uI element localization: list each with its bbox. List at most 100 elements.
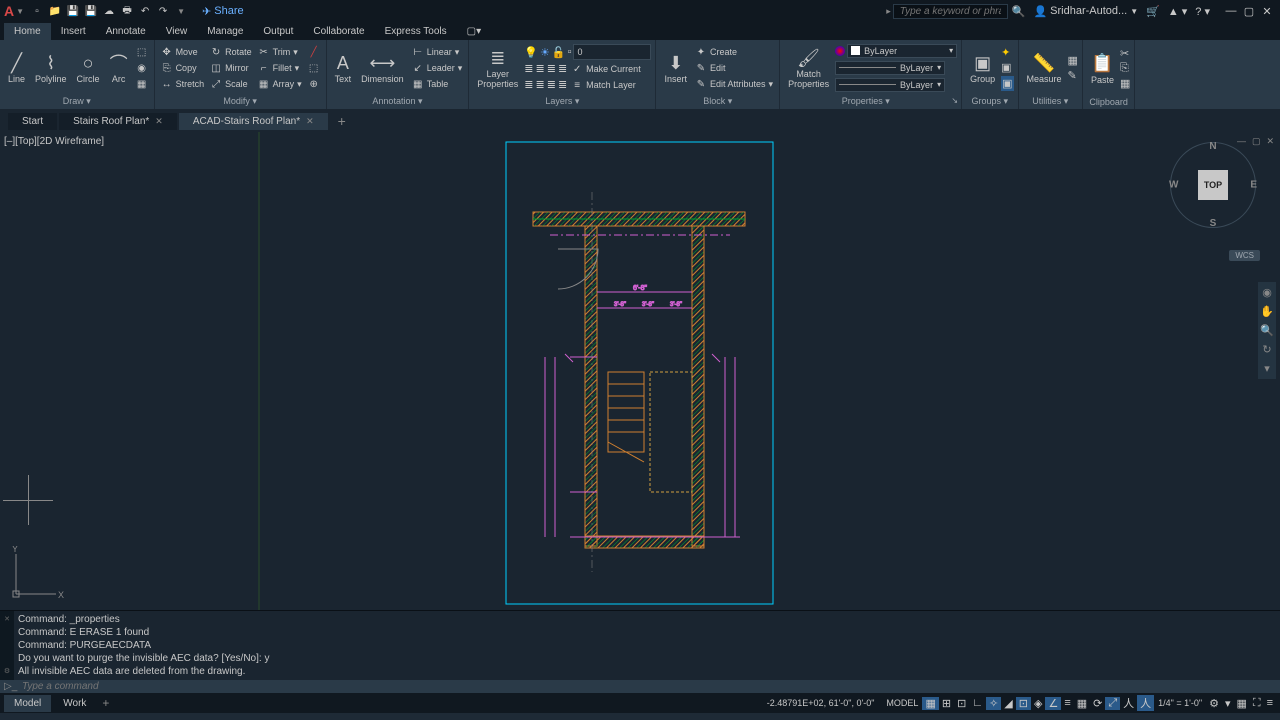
util-ico1[interactable]: ▦: [1068, 54, 1078, 67]
status-gear-icon[interactable]: ⚙: [1206, 697, 1222, 710]
make-current-button[interactable]: ✓Make Current: [569, 62, 643, 76]
drawing-canvas[interactable]: 6'-8" 3'-8" 3'-8" 3'-8": [0, 132, 1280, 610]
layer-ico8[interactable]: ≣: [558, 78, 567, 92]
tab-start[interactable]: Start: [8, 113, 57, 130]
tab-featured[interactable]: ▢▾: [457, 23, 491, 40]
scale-readout[interactable]: 1/4" = 1'-0": [1154, 698, 1206, 708]
wheel-icon[interactable]: ◉: [1262, 286, 1272, 299]
trim-button[interactable]: ✂Trim ▾: [256, 45, 304, 59]
group-ico1[interactable]: ✦: [1001, 46, 1013, 59]
match-layer-button[interactable]: ≡Match Layer: [569, 78, 638, 92]
save-icon[interactable]: 💾: [65, 3, 81, 19]
dimension-button[interactable]: ⟷Dimension: [357, 50, 408, 86]
polar-toggle[interactable]: ✧: [986, 697, 1001, 710]
pan-icon[interactable]: ✋: [1260, 305, 1274, 318]
work-tab[interactable]: Work: [53, 695, 96, 712]
drawing-area[interactable]: [–][Top][2D Wireframe] — ▢ ✕: [0, 132, 1280, 610]
mod-misc2[interactable]: ⬚: [306, 61, 322, 75]
customize-icon[interactable]: ≡: [1264, 697, 1276, 709]
match-properties-button[interactable]: 🖌Match Properties: [784, 45, 833, 91]
layer-ico4[interactable]: ≣: [558, 62, 567, 76]
linear-button[interactable]: ⊢Linear ▾: [410, 45, 465, 59]
zoom-icon[interactable]: 🔍: [1260, 324, 1274, 337]
annoall-toggle[interactable]: 人: [1137, 695, 1154, 711]
close-button[interactable]: ✕: [1258, 5, 1276, 18]
iso-toggle[interactable]: ◢: [1001, 697, 1015, 710]
table-button[interactable]: ▦Table: [410, 77, 465, 91]
app-icon[interactable]: ▲ ▾: [1168, 5, 1187, 18]
cmd-handle-icon[interactable]: ⚙: [4, 665, 10, 678]
mirror-button[interactable]: ◫Mirror: [208, 61, 254, 75]
view-cube[interactable]: TOP N S E W: [1170, 142, 1260, 232]
edit-block-button[interactable]: ✎Edit: [693, 61, 775, 75]
cut-icon[interactable]: ✂: [1120, 47, 1130, 60]
measure-button[interactable]: 📏Measure: [1023, 50, 1066, 86]
model-indicator[interactable]: MODEL: [882, 698, 922, 708]
file-tab-active[interactable]: ACAD-Stairs Roof Plan*✕: [179, 113, 328, 130]
cycling-toggle[interactable]: ⟳: [1090, 697, 1105, 710]
stretch-button[interactable]: ↔Stretch: [159, 77, 207, 91]
layer-properties-button[interactable]: ≣Layer Properties: [473, 45, 522, 91]
status-misc2[interactable]: ▦: [1233, 697, 1249, 710]
web-icon[interactable]: ☁: [101, 3, 117, 19]
layout-add-button[interactable]: +: [96, 693, 115, 713]
fillet-button[interactable]: ⌐Fillet ▾: [256, 61, 304, 75]
group-ico3[interactable]: ▣: [1001, 76, 1013, 91]
tab-insert[interactable]: Insert: [51, 23, 96, 40]
command-input[interactable]: [22, 681, 1276, 692]
annoscale-toggle[interactable]: ⤢: [1105, 697, 1120, 710]
osnap-toggle[interactable]: ⊡: [1016, 697, 1031, 710]
color-combo[interactable]: ByLayer▾: [847, 44, 957, 58]
grid-toggle[interactable]: ▦: [922, 697, 938, 710]
leader-button[interactable]: ↙Leader ▾: [410, 61, 465, 75]
status-misc1[interactable]: ▾: [1222, 697, 1234, 710]
line-button[interactable]: ╱Line: [4, 50, 29, 86]
draw-misc2[interactable]: ◉: [134, 61, 150, 75]
annomon-toggle[interactable]: 人: [1120, 695, 1137, 711]
paste-button[interactable]: 📋Paste: [1087, 51, 1118, 87]
fullscreen-toggle[interactable]: ⛶: [1250, 697, 1264, 710]
tab-express[interactable]: Express Tools: [375, 23, 457, 40]
insert-button[interactable]: ⬇Insert: [660, 50, 691, 86]
cmd-close-icon[interactable]: ✕: [4, 613, 10, 626]
tab-manage[interactable]: Manage: [197, 23, 253, 40]
cart-icon[interactable]: 🛒: [1146, 5, 1160, 18]
search-input[interactable]: [893, 4, 1008, 19]
copy-clip-icon[interactable]: ⎘: [1120, 62, 1130, 75]
group-ico2[interactable]: ▣: [1001, 61, 1013, 74]
copy-button[interactable]: ⎘Copy: [159, 61, 207, 75]
minimize-button[interactable]: —: [1222, 5, 1240, 18]
search-icon[interactable]: 🔍: [1012, 5, 1026, 18]
move-button[interactable]: ✥Move: [159, 45, 207, 59]
mod-misc1[interactable]: ╱: [306, 45, 322, 59]
layer-ico1[interactable]: ≣: [524, 62, 533, 76]
arc-button[interactable]: ⌒Arc: [106, 50, 132, 86]
new-icon[interactable]: ▫: [29, 3, 45, 19]
circle-button[interactable]: ○Circle: [73, 50, 104, 86]
layer-ico3[interactable]: ≣: [547, 62, 556, 76]
navigation-bar[interactable]: ◉ ✋ 🔍 ↻ ▾: [1258, 282, 1276, 379]
open-icon[interactable]: 📁: [47, 3, 63, 19]
layer-ico6[interactable]: ≣: [536, 78, 545, 92]
share-button[interactable]: ✈ Share: [202, 5, 244, 18]
lineweight-combo[interactable]: ByLayer▾: [835, 61, 945, 75]
snap-toggle[interactable]: ⊞: [939, 697, 954, 710]
otrack-toggle[interactable]: ∠: [1045, 697, 1061, 710]
create-block-button[interactable]: ✦Create: [693, 45, 775, 59]
clip-ico[interactable]: ▦: [1120, 77, 1130, 90]
wcs-badge[interactable]: WCS: [1229, 250, 1260, 261]
tab-annotate[interactable]: Annotate: [96, 23, 156, 40]
show-icon[interactable]: ▾: [1264, 362, 1270, 375]
plot-icon[interactable]: 🖶: [119, 3, 135, 19]
file-tab[interactable]: Stairs Roof Plan*✕: [59, 113, 177, 130]
transparency-toggle[interactable]: ▦: [1074, 697, 1090, 710]
saveas-icon[interactable]: 💾: [83, 3, 99, 19]
3dosnap-toggle[interactable]: ◈: [1031, 697, 1045, 710]
layer-ico2[interactable]: ≣: [536, 62, 545, 76]
tab-collaborate[interactable]: Collaborate: [303, 23, 374, 40]
maximize-button[interactable]: ▢: [1240, 5, 1258, 18]
ortho-toggle[interactable]: ∟: [969, 697, 986, 709]
text-button[interactable]: AText: [331, 50, 356, 86]
util-ico2[interactable]: ✎: [1068, 69, 1078, 82]
user-account[interactable]: 👤 Sridhar-Autod... ▼: [1033, 5, 1138, 18]
